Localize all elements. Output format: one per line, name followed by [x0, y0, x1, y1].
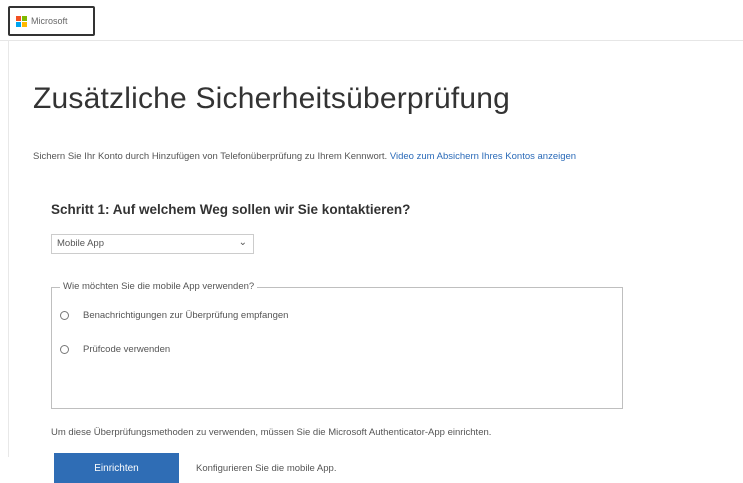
option-verification-code[interactable]: Prüfcode verwenden: [60, 344, 170, 355]
top-bar: Microsoft: [0, 0, 743, 41]
intro-description: Sichern Sie Ihr Konto durch Hinzufügen v…: [33, 151, 388, 162]
setup-button[interactable]: Einrichten: [54, 453, 179, 483]
contact-method-value: Mobile App: [57, 238, 105, 249]
content-area: Zusätzliche Sicherheitsüberprüfung Siche…: [8, 40, 743, 483]
radio-verification-code[interactable]: [60, 345, 69, 354]
microsoft-logo[interactable]: Microsoft: [8, 6, 95, 36]
chevron-down-icon: ⌄: [238, 237, 247, 248]
contact-method-select[interactable]: Mobile App ⌄: [51, 234, 254, 254]
video-link[interactable]: Video zum Absichern Ihres Kontos anzeige…: [390, 151, 576, 162]
microsoft-logo-icon: [16, 15, 27, 27]
option-verification-code-label: Prüfcode verwenden: [83, 344, 171, 355]
option-notifications-label: Benachrichtigungen zur Überprüfung empfa…: [83, 310, 289, 321]
setup-note: Um diese Überprüfungsmethoden zu verwend…: [51, 427, 492, 438]
page-title: Zusätzliche Sicherheitsüberprüfung: [33, 82, 511, 115]
logo-text: Microsoft: [31, 16, 68, 26]
setup-hint: Konfigurieren Sie die mobile App.: [196, 463, 337, 474]
option-notifications[interactable]: Benachrichtigungen zur Überprüfung empfa…: [60, 310, 288, 321]
app-usage-group: Wie möchten Sie die mobile App verwenden…: [51, 281, 623, 409]
app-usage-legend: Wie möchten Sie die mobile App verwenden…: [60, 281, 258, 292]
intro-text: Sichern Sie Ihr Konto durch Hinzufügen v…: [33, 151, 576, 162]
step-heading: Schritt 1: Auf welchem Weg sollen wir Si…: [51, 202, 411, 217]
radio-notifications[interactable]: [60, 311, 69, 320]
